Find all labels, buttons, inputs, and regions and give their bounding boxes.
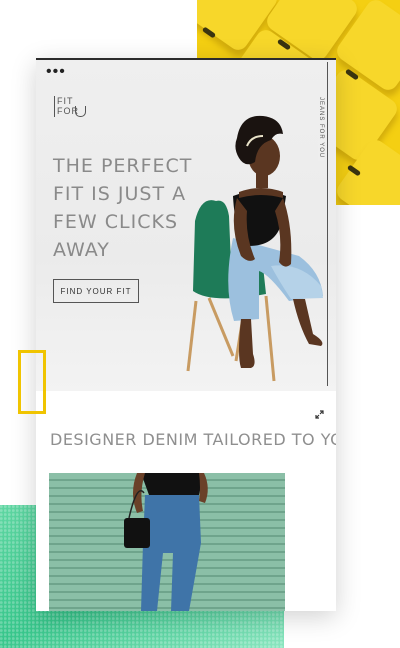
top-divider bbox=[36, 58, 336, 60]
denim-photo bbox=[49, 473, 285, 611]
menu-dots-icon[interactable]: ••• bbox=[46, 64, 66, 80]
section-title: DESIGNER DENIM TAILORED TO YOU bbox=[50, 430, 336, 449]
find-your-fit-button[interactable]: FIND YOUR FIT bbox=[53, 279, 139, 303]
expand-icon[interactable] bbox=[315, 410, 324, 419]
phone-card: ••• FIT FOR JEANS FOR YOU THE PERFECT FI… bbox=[36, 58, 336, 611]
yellow-outline-decor bbox=[18, 350, 46, 414]
hero-model-image bbox=[186, 115, 323, 382]
hero-section: ••• FIT FOR JEANS FOR YOU THE PERFECT FI… bbox=[36, 58, 336, 391]
brand-logo-line1: FIT bbox=[57, 96, 74, 106]
brand-logo[interactable]: FIT FOR bbox=[54, 96, 86, 118]
